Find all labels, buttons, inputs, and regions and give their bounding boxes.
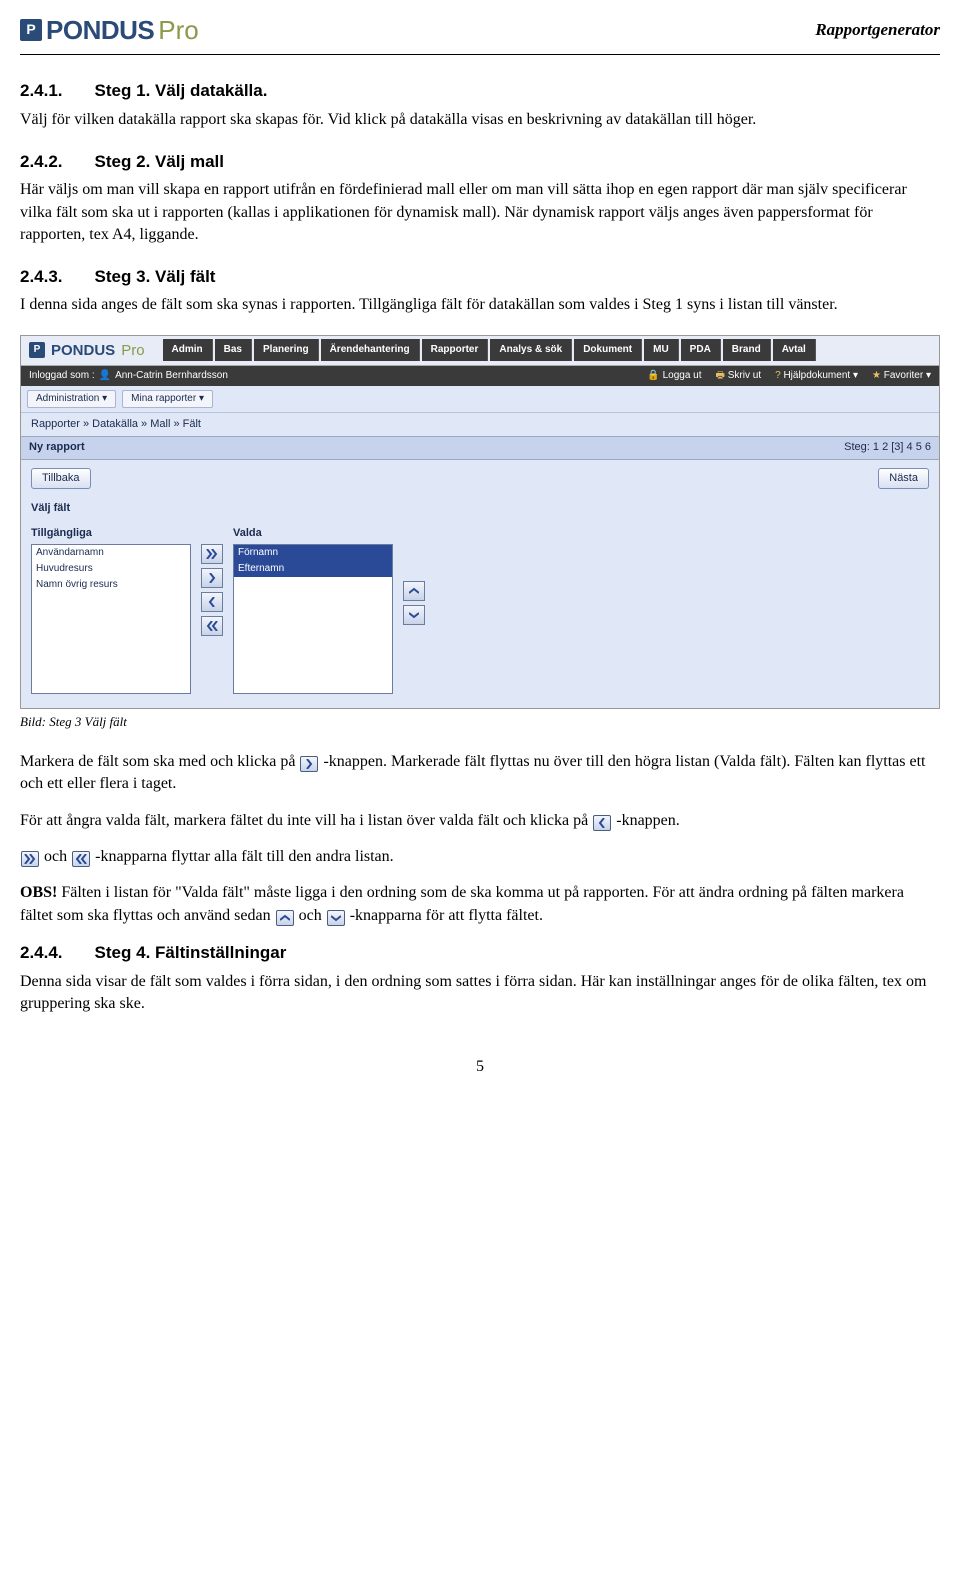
menu-item[interactable]: Rapporter (422, 339, 489, 361)
selected-column: Valda Förnamn Efternamn (233, 526, 393, 693)
report-title: Ny rapport (29, 440, 85, 455)
list-item[interactable]: Namn övrig resurs (32, 577, 190, 593)
para-2-4-3: I denna sida anges de fält som ska synas… (20, 294, 940, 316)
list-item[interactable]: Förnamn (234, 545, 392, 561)
heading-2-4-3: 2.4.3. Steg 3. Välj fält (20, 265, 940, 289)
logout-link[interactable]: 🔒 Logga ut (647, 369, 701, 383)
back-button[interactable]: Tillbaka (31, 468, 91, 489)
list-item[interactable]: Huvudresurs (32, 561, 190, 577)
menu-item[interactable]: Bas (215, 339, 252, 361)
menu-item[interactable]: Ärendehantering (321, 339, 420, 361)
available-label: Tillgängliga (31, 526, 191, 541)
move-buttons (201, 544, 223, 636)
username: Ann-Catrin Bernhardsson (115, 369, 228, 383)
heading-2-4-2: 2.4.2. Steg 2. Välj mall (20, 150, 940, 174)
reorder-buttons (403, 581, 425, 625)
section-title: Välj fält (31, 501, 929, 516)
para-2-4-2: Här väljs om man vill skapa en rapport u… (20, 179, 940, 246)
tab-bar: Administration ▾ Mina rapporter ▾ (21, 386, 939, 413)
doc-title: Rapportgenerator (815, 18, 940, 42)
menu-item[interactable]: PDA (681, 339, 721, 361)
login-label: Inloggad som : (29, 369, 95, 383)
move-down-icon (327, 910, 345, 926)
figure-caption: Bild: Steg 3 Välj fält (20, 713, 940, 731)
section-2-4-4: 2.4.4. Steg 4. Fältinställningar Denna si… (20, 941, 940, 1016)
heading-num: 2.4.2. (20, 152, 63, 171)
breadcrumb: Rapporter » Datakälla » Mall » Fält (21, 413, 939, 436)
selected-listbox[interactable]: Förnamn Efternamn (233, 544, 393, 694)
menu-item[interactable]: MU (644, 339, 679, 361)
app-body: Tillbaka Nästa Välj fält Tillgängliga An… (21, 460, 939, 708)
section-2-4-1: 2.4.1. Steg 1. Välj datakälla. Välj för v… (20, 79, 940, 131)
para-move-all: och -knapparna flyttar alla fält till de… (20, 846, 940, 868)
list-item[interactable]: Efternamn (234, 561, 392, 577)
heading-2-4-1: 2.4.1. Steg 1. Välj datakälla. (20, 79, 940, 103)
move-all-left-button[interactable] (201, 616, 223, 636)
print-link[interactable]: 🖶 Skriv ut (716, 369, 762, 383)
heading-num: 2.4.1. (20, 81, 63, 100)
selected-label: Valda (233, 526, 393, 541)
move-right-button[interactable] (201, 568, 223, 588)
heading-title: Steg 1. Välj datakälla. (95, 81, 268, 100)
heading-title: Steg 4. Fältinställningar (95, 943, 287, 962)
move-left-icon (593, 815, 611, 831)
tab-administration[interactable]: Administration ▾ (27, 390, 116, 408)
app-screenshot: P PONDUS Pro Admin Bas Planering Ärendeh… (20, 335, 940, 709)
move-left-button[interactable] (201, 592, 223, 612)
app-logo-text: PONDUS (51, 340, 115, 361)
menu-item[interactable]: Planering (254, 339, 319, 361)
page-number: 5 (20, 1056, 940, 1078)
move-all-right-icon (21, 851, 39, 867)
heading-title: Steg 2. Välj mall (95, 152, 224, 171)
menu-item[interactable]: Avtal (773, 339, 816, 361)
para-undo: För att ångra valda fält, markera fältet… (20, 810, 940, 832)
tab-mina-rapporter[interactable]: Mina rapporter ▾ (122, 390, 213, 408)
menu-item[interactable]: Analys & sök (490, 339, 572, 361)
report-title-row: Ny rapport Steg: 1 2 [3] 4 5 6 (21, 436, 939, 459)
logo-suffix: Pro (158, 12, 198, 48)
move-right-icon (300, 756, 318, 772)
para-2-4-1: Välj för vilken datakälla rapport ska sk… (20, 109, 940, 131)
move-up-button[interactable] (403, 581, 425, 601)
move-down-button[interactable] (403, 605, 425, 625)
heading-2-4-4: 2.4.4. Steg 4. Fältinställningar (20, 941, 940, 965)
para-2-4-4: Denna sida visar de fält som valdes i fö… (20, 971, 940, 1016)
help-link[interactable]: ? Hjälpdokument ▾ (775, 369, 858, 383)
heading-num: 2.4.3. (20, 267, 63, 286)
list-item[interactable]: Användarnamn (32, 545, 190, 561)
next-button[interactable]: Nästa (878, 468, 929, 489)
move-up-icon (276, 910, 294, 926)
page-header: P PONDUS Pro Rapportgenerator (20, 0, 940, 54)
heading-title: Steg 3. Välj fält (95, 267, 216, 286)
logo-icon: P (20, 19, 42, 41)
section-2-4-3: 2.4.3. Steg 3. Välj fält I denna sida ang… (20, 265, 940, 317)
header-rule (20, 54, 940, 55)
app-logo-suffix: Pro (121, 340, 144, 361)
user-bar: Inloggad som : 👤 Ann-Catrin Bernhardsson… (21, 366, 939, 386)
para-mark-add: Markera de fält som ska med och klicka p… (20, 751, 940, 796)
available-column: Tillgängliga Användarnamn Huvudresurs Na… (31, 526, 191, 693)
move-all-right-button[interactable] (201, 544, 223, 564)
favorites-link[interactable]: ★ Favoriter ▾ (872, 369, 931, 383)
main-menu: Admin Bas Planering Ärendehantering Rapp… (163, 339, 931, 361)
user-icon: 👤 (99, 369, 111, 383)
menu-item[interactable]: Admin (163, 339, 213, 361)
logo: P PONDUS Pro (20, 12, 199, 48)
app-logo-icon: P (29, 342, 45, 358)
step-indicator: Steg: 1 2 [3] 4 5 6 (844, 440, 931, 455)
logo-text: PONDUS (46, 12, 154, 48)
section-2-4-2: 2.4.2. Steg 2. Välj mall Här väljs om man… (20, 150, 940, 247)
obs-label: OBS! (20, 884, 57, 901)
available-listbox[interactable]: Användarnamn Huvudresurs Namn övrig resu… (31, 544, 191, 694)
menu-item[interactable]: Dokument (574, 339, 642, 361)
move-all-left-icon (72, 851, 90, 867)
menu-item[interactable]: Brand (723, 339, 771, 361)
app-topbar: P PONDUS Pro Admin Bas Planering Ärendeh… (21, 336, 939, 366)
heading-num: 2.4.4. (20, 943, 63, 962)
para-obs: OBS! Fälten i listan för "Valda fält" må… (20, 882, 940, 927)
